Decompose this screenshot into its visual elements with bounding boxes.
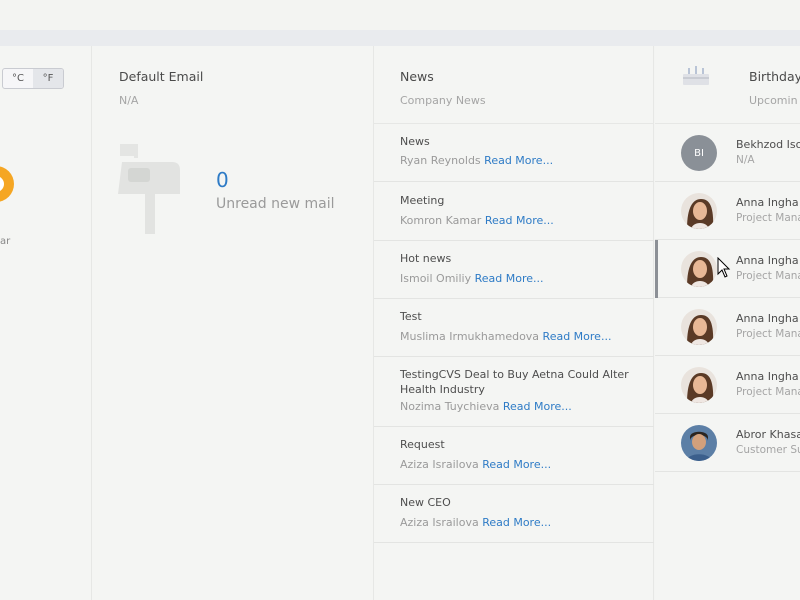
news-item[interactable]: Hot news Ismoil Omiliy Read More... xyxy=(374,241,654,299)
sun-icon xyxy=(0,166,14,202)
news-item[interactable]: News Ryan Reynolds Read More... xyxy=(374,124,654,182)
news-item-author: Komron Kamar xyxy=(400,214,482,227)
birthday-item[interactable]: Anna Ingha Project Mana xyxy=(655,182,800,240)
news-item-author: Aziza Israilova xyxy=(400,458,479,471)
read-more-link[interactable]: Read More... xyxy=(484,154,553,167)
birthday-item[interactable]: Anna Ingha Project Mana xyxy=(655,356,800,414)
person-name: Anna Ingha xyxy=(736,312,799,325)
person-name: Anna Ingha xyxy=(736,370,799,383)
person-role: Project Mana xyxy=(736,328,800,340)
avatar xyxy=(681,251,717,287)
avatar-initials: BI xyxy=(681,135,717,171)
news-item-title: News xyxy=(400,135,430,148)
email-widget: Default Email N/A 0 Unread new mail xyxy=(92,46,374,600)
news-item[interactable]: New CEO Aziza Israilova Read More... xyxy=(374,485,654,543)
news-item-author: Nozima Tuychieva xyxy=(400,400,500,413)
news-item[interactable]: Meeting Komron Kamar Read More... xyxy=(374,182,654,241)
birthday-widget: Birthday Upcomin BI Bekhzod Iso N/A Anna… xyxy=(655,46,800,600)
birthday-header: Birthday Upcomin xyxy=(655,46,800,124)
email-address: N/A xyxy=(119,94,139,107)
person-role: Project Mana xyxy=(736,212,800,224)
person-role: N/A xyxy=(736,154,755,166)
news-item-title: Meeting xyxy=(400,194,445,207)
avatar xyxy=(681,425,717,461)
news-widget: News Company News News Ryan Reynolds Rea… xyxy=(374,46,654,600)
person-name: Bekhzod Iso xyxy=(736,138,800,151)
birthday-item[interactable]: Abror Khasa Customer Su xyxy=(655,414,800,472)
temperature-unit-toggle: °C °F xyxy=(2,68,64,89)
mouse-cursor-icon xyxy=(717,257,731,278)
avatar xyxy=(681,367,717,403)
avatar xyxy=(681,193,717,229)
unread-mail-label: Unread new mail xyxy=(216,196,335,212)
email-title: Default Email xyxy=(119,69,204,84)
unread-mail-count[interactable]: 0 xyxy=(216,168,229,192)
news-item[interactable]: Request Aziza Israilova Read More... xyxy=(374,427,654,485)
avatar xyxy=(681,309,717,345)
read-more-link[interactable]: Read More... xyxy=(482,458,551,471)
news-item-author: Aziza Israilova xyxy=(400,516,479,529)
birthday-item[interactable]: Anna Ingha Project Mana xyxy=(655,240,800,298)
news-title: News xyxy=(400,69,434,84)
birthday-item[interactable]: BI Bekhzod Iso N/A xyxy=(655,124,800,182)
news-item-title: Test xyxy=(400,310,422,323)
news-item-title: Request xyxy=(400,438,445,451)
news-item-author: Ismoil Omiliy xyxy=(400,272,472,285)
person-role: Customer Su xyxy=(736,444,800,456)
news-item[interactable]: Test Muslima Irmukhamedova Read More... xyxy=(374,299,654,357)
top-bar xyxy=(0,0,800,30)
read-more-link[interactable]: Read More... xyxy=(482,516,551,529)
mailbox-icon xyxy=(118,144,180,234)
person-role: Project Mana xyxy=(736,270,800,282)
news-subtitle: Company News xyxy=(400,94,486,107)
news-item[interactable]: TestingCVS Deal to Buy Aetna Could Alter… xyxy=(374,357,654,427)
header-strip xyxy=(0,30,800,46)
person-name: Anna Ingha xyxy=(736,196,799,209)
news-item-title: New CEO xyxy=(400,496,451,509)
active-indicator xyxy=(655,240,658,298)
read-more-link[interactable]: Read More... xyxy=(485,214,554,227)
news-item-author: Muslima Irmukhamedova xyxy=(400,330,540,343)
news-header: News Company News xyxy=(374,46,654,124)
celsius-button[interactable]: °C xyxy=(3,69,33,88)
person-role: Project Mana xyxy=(736,386,800,398)
weather-widget: °C °F ar xyxy=(0,46,92,600)
news-item-title: TestingCVS Deal to Buy Aetna Could Alter… xyxy=(400,368,629,396)
weather-condition-label: ar xyxy=(0,236,11,247)
birthday-subtitle: Upcomin xyxy=(749,94,798,107)
news-item-title: Hot news xyxy=(400,252,452,265)
birthday-cake-icon xyxy=(683,66,709,85)
read-more-link[interactable]: Read More... xyxy=(475,272,544,285)
read-more-link[interactable]: Read More... xyxy=(543,330,612,343)
birthday-title: Birthday xyxy=(749,69,800,84)
birthday-item[interactable]: Anna Ingha Project Mana xyxy=(655,298,800,356)
news-item-author: Ryan Reynolds xyxy=(400,154,481,167)
fahrenheit-button[interactable]: °F xyxy=(33,69,63,88)
person-name: Anna Ingha xyxy=(736,254,799,267)
person-name: Abror Khasa xyxy=(736,428,800,441)
read-more-link[interactable]: Read More... xyxy=(503,400,572,413)
